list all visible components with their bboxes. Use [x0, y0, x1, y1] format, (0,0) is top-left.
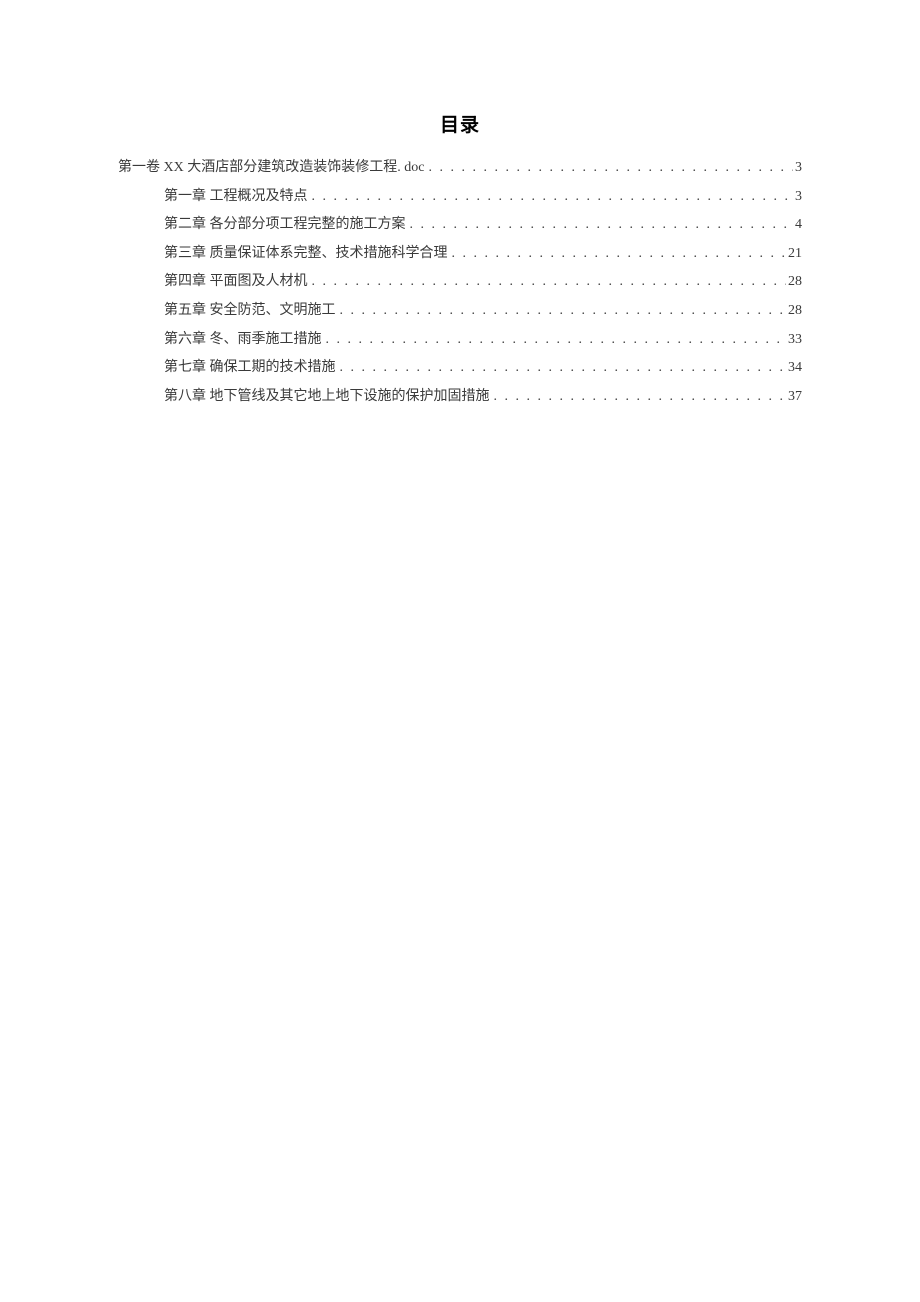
toc-title: 目录 [118, 110, 802, 137]
toc-page: 21 [786, 241, 802, 268]
document-content: 目录 第一卷 XX 大酒店部分建筑改造装饰装修工程. doc 3 第一章 工程概… [0, 110, 920, 410]
toc-label: 第三章 质量保证体系完整、技术措施科学合理 [164, 241, 448, 268]
toc-entry-chapter-5[interactable]: 第五章 安全防范、文明施工 28 [118, 298, 802, 325]
toc-page: 3 [793, 184, 802, 211]
toc-page: 3 [793, 155, 802, 182]
toc-label: 第一卷 XX 大酒店部分建筑改造装饰装修工程. doc [118, 155, 424, 182]
toc-dots [308, 269, 787, 296]
toc-entry-chapter-3[interactable]: 第三章 质量保证体系完整、技术措施科学合理 21 [118, 241, 802, 268]
toc-dots [448, 241, 787, 268]
toc-dots [322, 327, 787, 354]
toc-entry-volume-1[interactable]: 第一卷 XX 大酒店部分建筑改造装饰装修工程. doc 3 [118, 155, 802, 182]
toc-label: 第二章 各分部分项工程完整的施工方案 [164, 212, 406, 239]
toc-page: 28 [786, 269, 802, 296]
toc-entry-chapter-7[interactable]: 第七章 确保工期的技术措施 34 [118, 355, 802, 382]
toc-dots [336, 298, 787, 325]
toc-page: 4 [793, 212, 802, 239]
toc-dots [490, 384, 787, 411]
toc-label: 第四章 平面图及人材机 [164, 269, 308, 296]
toc-entry-chapter-1[interactable]: 第一章 工程概况及特点 3 [118, 184, 802, 211]
toc-label: 第六章 冬、雨季施工措施 [164, 327, 322, 354]
toc-dots [406, 212, 794, 239]
toc-page: 37 [786, 384, 802, 411]
toc-label: 第五章 安全防范、文明施工 [164, 298, 336, 325]
toc-label: 第七章 确保工期的技术措施 [164, 355, 336, 382]
toc-dots [424, 155, 793, 182]
toc-dots [308, 184, 794, 211]
toc-dots [336, 355, 787, 382]
toc-entry-chapter-4[interactable]: 第四章 平面图及人材机 28 [118, 269, 802, 296]
toc-entry-chapter-6[interactable]: 第六章 冬、雨季施工措施 33 [118, 327, 802, 354]
toc-page: 33 [786, 327, 802, 354]
toc-page: 28 [786, 298, 802, 325]
toc-label: 第一章 工程概况及特点 [164, 184, 308, 211]
toc-page: 34 [786, 355, 802, 382]
toc-entry-chapter-2[interactable]: 第二章 各分部分项工程完整的施工方案 4 [118, 212, 802, 239]
toc-label: 第八章 地下管线及其它地上地下设施的保护加固措施 [164, 384, 490, 411]
toc-entry-chapter-8[interactable]: 第八章 地下管线及其它地上地下设施的保护加固措施 37 [118, 384, 802, 411]
